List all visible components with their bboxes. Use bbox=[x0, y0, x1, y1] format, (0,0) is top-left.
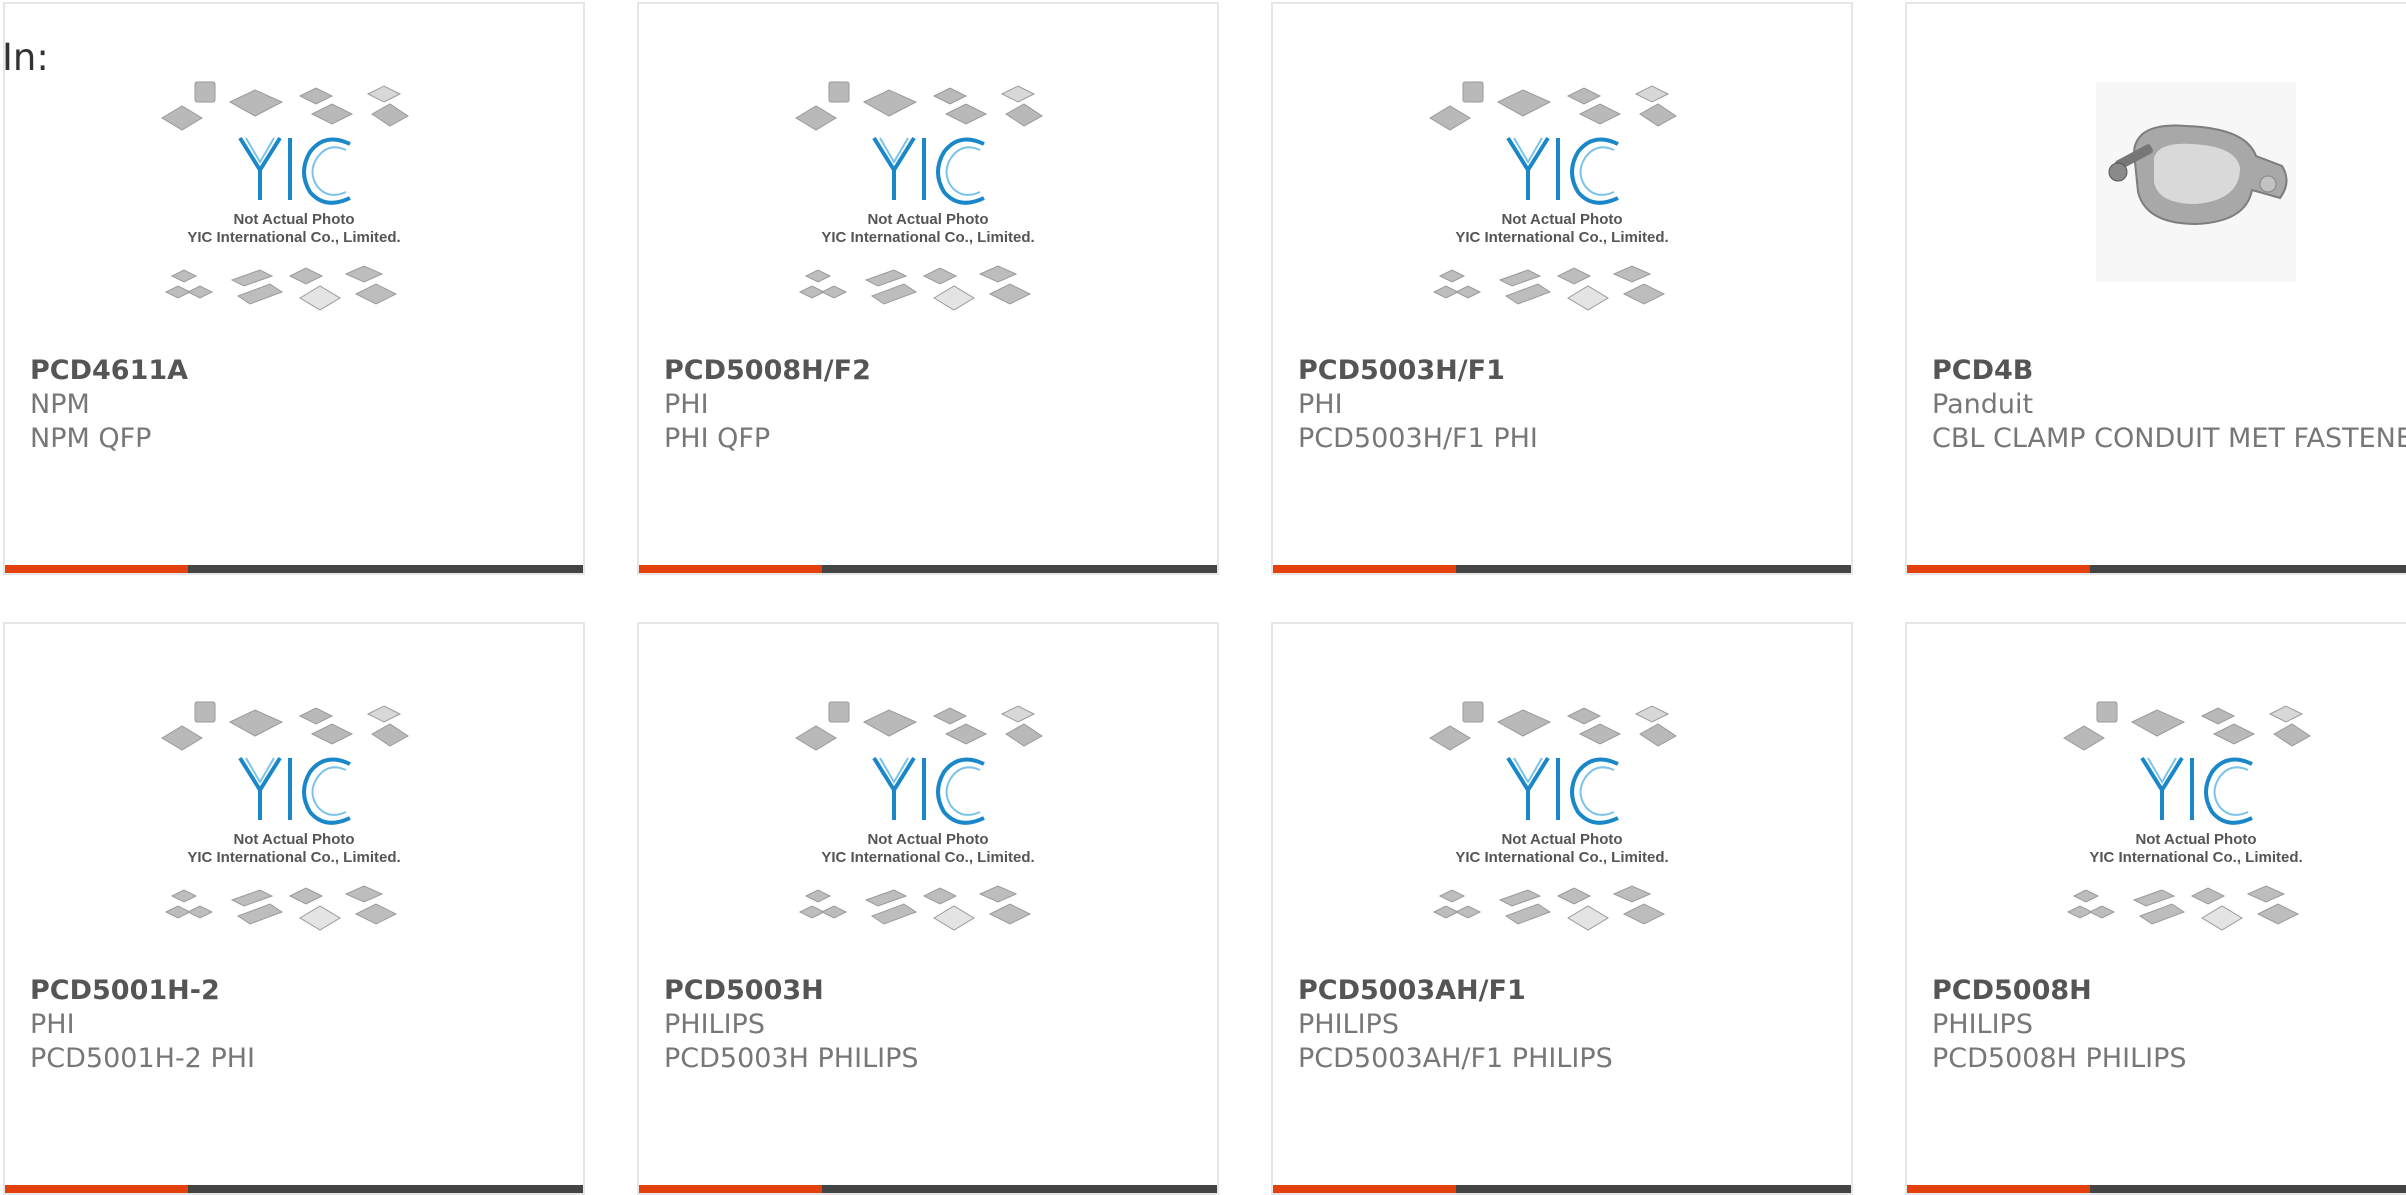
card-accent-bar bbox=[1907, 565, 2090, 573]
description: PCD5003AH/F1 PHILIPS bbox=[1298, 1043, 1613, 1074]
product-info: PCD5001H-2 PHI PCD5001H-2 PHI bbox=[30, 974, 563, 1076]
part-number[interactable]: PCD4611A bbox=[30, 354, 563, 388]
description: PCD5003H PHILIPS bbox=[664, 1043, 919, 1074]
caption-line-2: YIC International Co., Limited. bbox=[1455, 229, 1668, 246]
part-number[interactable]: PCD5003H/F1 bbox=[1298, 354, 1831, 388]
card-accent-bar bbox=[1273, 1185, 1456, 1193]
not-actual-photo-image: Not Actual Photo YIC International Co., … bbox=[795, 701, 1043, 931]
product-card[interactable]: Not Actual Photo YIC International Co., … bbox=[3, 622, 585, 1195]
product-image[interactable]: Not Actual Photo YIC International Co., … bbox=[1907, 700, 2406, 968]
product-image[interactable]: Not Actual Photo YIC International Co., … bbox=[1273, 80, 1851, 348]
caption-line-1: Not Actual Photo bbox=[2135, 831, 2256, 848]
part-number[interactable]: PCD5001H-2 bbox=[30, 974, 563, 1008]
caption-line-2: YIC International Co., Limited. bbox=[821, 229, 1034, 246]
caption-line-2: YIC International Co., Limited. bbox=[2089, 849, 2302, 866]
product-card[interactable]: Not Actual Photo YIC International Co., … bbox=[637, 622, 1219, 1195]
caption-line-2: YIC International Co., Limited. bbox=[1455, 849, 1668, 866]
card-accent-bar bbox=[639, 1185, 822, 1193]
product-image[interactable]: Not Actual Photo YIC International Co., … bbox=[5, 700, 583, 968]
product-info: PCD4B Panduit CBL CLAMP CONDUIT MET FASTEN… bbox=[1932, 354, 2406, 456]
manufacturer: PHILIPS bbox=[1298, 1009, 1399, 1040]
card-bottom-bar bbox=[5, 1185, 583, 1193]
results-heading: In: bbox=[2, 36, 49, 79]
product-image[interactable]: Not Actual Photo YIC International Co., … bbox=[1273, 700, 1851, 968]
card-bottom-bar bbox=[1907, 1185, 2406, 1193]
product-image[interactable]: Not Actual Photo YIC International Co., … bbox=[639, 80, 1217, 348]
product-info: PCD5008H/F2 PHI PHI QFP bbox=[664, 354, 1197, 456]
card-accent-bar bbox=[5, 565, 188, 573]
caption-line-2: YIC International Co., Limited. bbox=[187, 849, 400, 866]
manufacturer: PHI bbox=[30, 1009, 75, 1040]
caption-line-1: Not Actual Photo bbox=[233, 211, 354, 228]
caption-line-1: Not Actual Photo bbox=[233, 831, 354, 848]
caption-line-1: Not Actual Photo bbox=[867, 211, 988, 228]
description: PCD5001H-2 PHI bbox=[30, 1043, 255, 1074]
not-actual-photo-image: Not Actual Photo YIC International Co., … bbox=[795, 81, 1043, 311]
caption-line-2: YIC International Co., Limited. bbox=[187, 229, 400, 246]
manufacturer: PHI bbox=[664, 389, 709, 420]
product-info: PCD5008H PHILIPS PCD5008H PHILIPS bbox=[1932, 974, 2406, 1076]
manufacturer: PHI bbox=[1298, 389, 1343, 420]
caption-line-1: Not Actual Photo bbox=[867, 831, 988, 848]
card-bottom-bar bbox=[639, 565, 1217, 573]
manufacturer: PHILIPS bbox=[1932, 1009, 2033, 1040]
not-actual-photo-image: Not Actual Photo YIC International Co., … bbox=[1429, 81, 1677, 311]
product-card[interactable]: Not Actual Photo YIC International Co., … bbox=[1905, 622, 2406, 1195]
caption-line-2: YIC International Co., Limited. bbox=[821, 849, 1034, 866]
product-image[interactable]: Not Actual Photo YIC International Co., … bbox=[639, 700, 1217, 968]
product-image[interactable] bbox=[1907, 80, 2406, 350]
card-accent-bar bbox=[1907, 1185, 2090, 1193]
caption-line-1: Not Actual Photo bbox=[1501, 831, 1622, 848]
card-bottom-bar bbox=[1273, 1185, 1851, 1193]
card-accent-bar bbox=[5, 1185, 188, 1193]
description: NPM QFP bbox=[30, 423, 152, 454]
product-info: PCD4611A NPM NPM QFP bbox=[30, 354, 563, 456]
product-info: PCD5003H/F1 PHI PCD5003H/F1 PHI bbox=[1298, 354, 1831, 456]
product-card[interactable]: Not Actual Photo YIC International Co., … bbox=[1271, 622, 1853, 1195]
card-bottom-bar bbox=[639, 1185, 1217, 1193]
product-info: PCD5003AH/F1 PHILIPS PCD5003AH/F1 PHILIPS bbox=[1298, 974, 1831, 1076]
part-number[interactable]: PCD5008H/F2 bbox=[664, 354, 1197, 388]
caption-line-1: Not Actual Photo bbox=[1501, 211, 1622, 228]
card-bottom-bar bbox=[1273, 565, 1851, 573]
card-bottom-bar bbox=[5, 565, 583, 573]
product-card[interactable]: Not Actual Photo YIC International Co., … bbox=[637, 2, 1219, 575]
card-accent-bar bbox=[1273, 565, 1456, 573]
description: PCD5008H PHILIPS bbox=[1932, 1043, 2187, 1074]
product-card[interactable]: PCD4B Panduit CBL CLAMP CONDUIT MET FASTEN… bbox=[1905, 2, 2406, 575]
card-accent-bar bbox=[639, 565, 822, 573]
not-actual-photo-image: Not Actual Photo YIC International Co., … bbox=[1429, 701, 1677, 931]
product-image[interactable]: Not Actual Photo YIC International Co., … bbox=[5, 80, 583, 348]
part-number[interactable]: PCD5003AH/F1 bbox=[1298, 974, 1831, 1008]
part-number[interactable]: PCD4B bbox=[1932, 354, 2406, 388]
part-number[interactable]: PCD5008H bbox=[1932, 974, 2406, 1008]
product-card[interactable]: Not Actual Photo YIC International Co., … bbox=[1271, 2, 1853, 575]
description: PCD5003H/F1 PHI bbox=[1298, 423, 1538, 454]
part-number[interactable]: PCD5003H bbox=[664, 974, 1197, 1008]
manufacturer: PHILIPS bbox=[664, 1009, 765, 1040]
not-actual-photo-image: Not Actual Photo YIC International Co., … bbox=[161, 701, 409, 931]
conduit-clamp-photo bbox=[2096, 82, 2296, 282]
product-card[interactable]: Not Actual Photo YIC International Co., … bbox=[3, 2, 585, 575]
description: CBL CLAMP CONDUIT MET FASTENER bbox=[1932, 423, 2406, 454]
manufacturer: Panduit bbox=[1932, 389, 2034, 420]
manufacturer: NPM bbox=[30, 389, 90, 420]
not-actual-photo-image: Not Actual Photo YIC International Co., … bbox=[2063, 701, 2311, 931]
product-info: PCD5003H PHILIPS PCD5003H PHILIPS bbox=[664, 974, 1197, 1076]
description: PHI QFP bbox=[664, 423, 771, 454]
not-actual-photo-image: Not Actual Photo YIC International Co., … bbox=[161, 81, 409, 311]
card-bottom-bar bbox=[1907, 565, 2406, 573]
